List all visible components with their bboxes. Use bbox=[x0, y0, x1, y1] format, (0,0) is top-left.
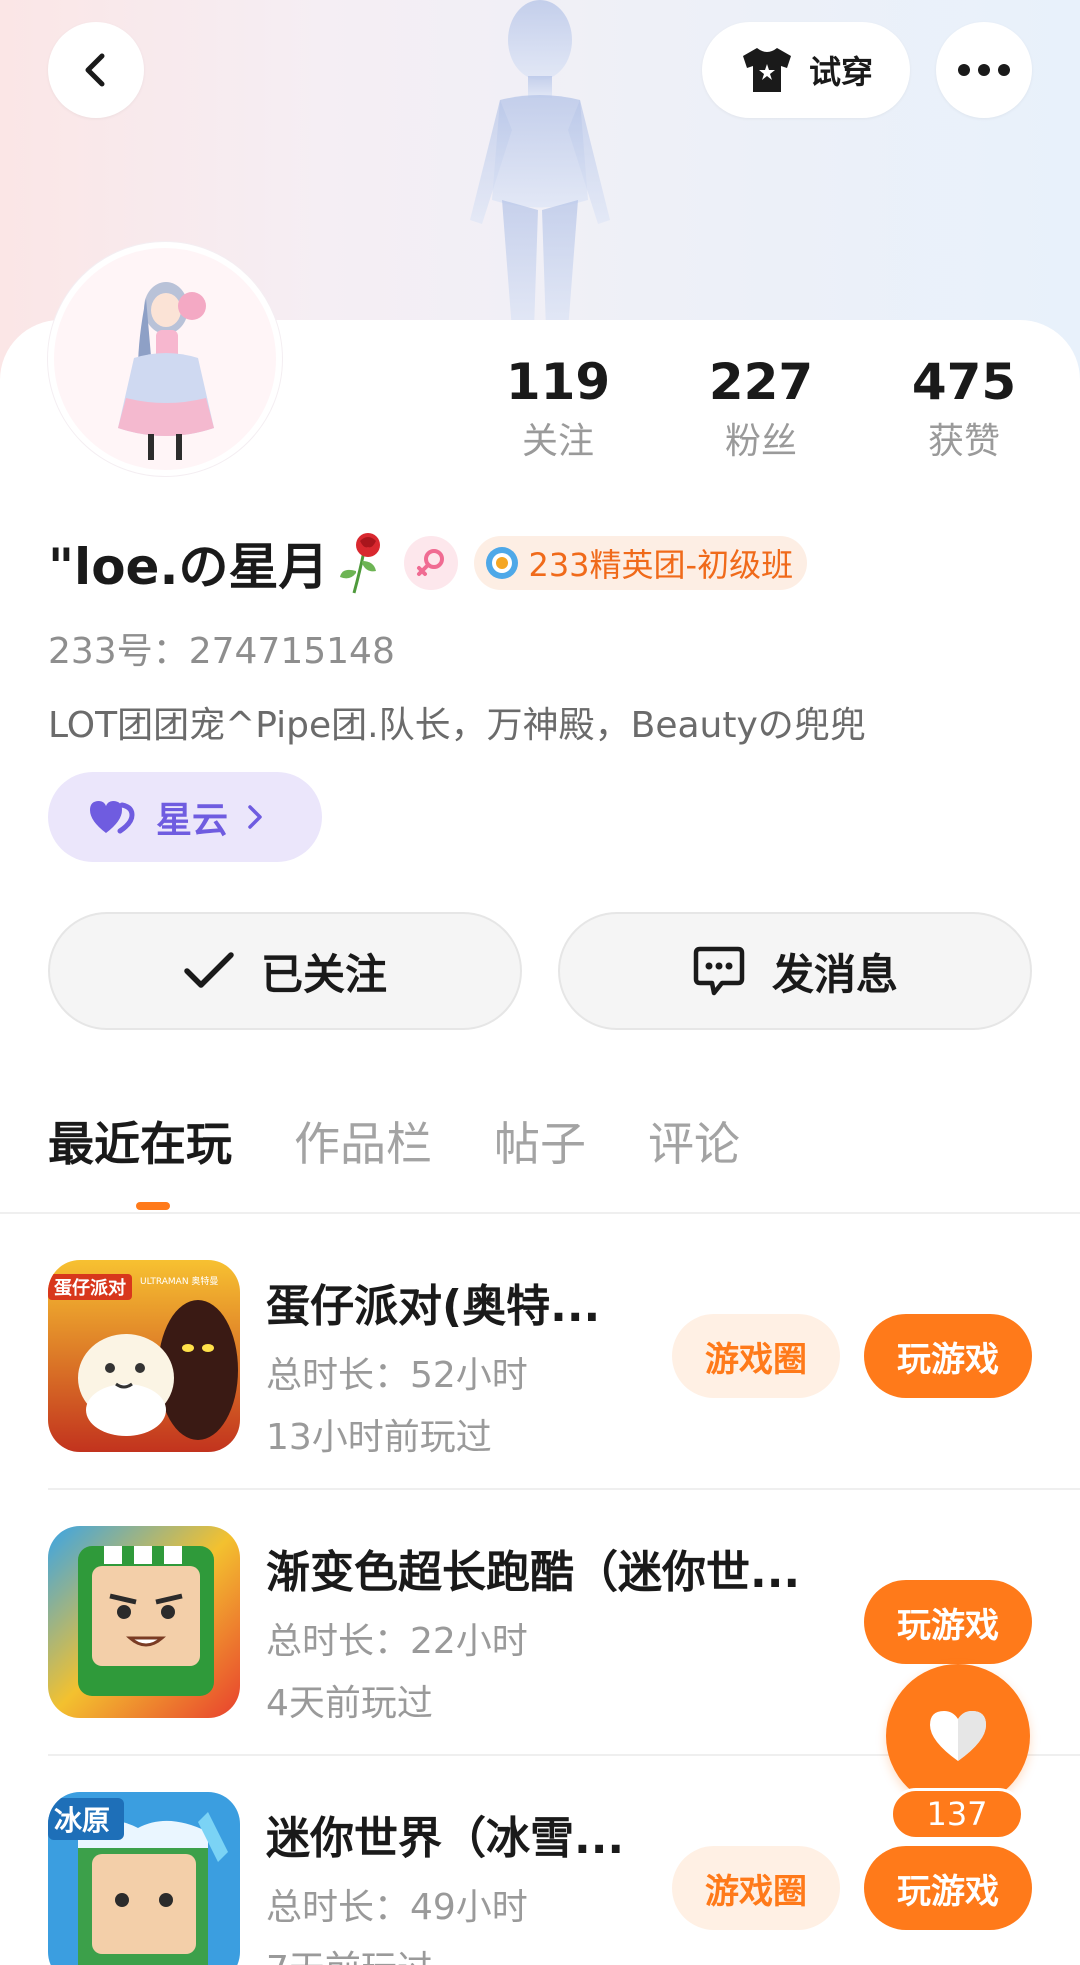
heart-like-icon bbox=[930, 1711, 986, 1761]
rank-badge-label: 233精英团-初级班 bbox=[528, 546, 794, 584]
ultraman-icon-text: ULTRAMAN 奥特曼 bbox=[140, 1275, 218, 1287]
stat-followers-value: 227 bbox=[708, 353, 814, 411]
game-duration: 总时长：49小时 bbox=[266, 1887, 528, 1928]
game-icon-gradient-parkour[interactable] bbox=[48, 1526, 240, 1718]
try-on-label: 试穿 bbox=[808, 53, 873, 91]
game-title: 迷你世界（冰雪... bbox=[266, 1813, 625, 1864]
rank-medal-icon bbox=[486, 547, 519, 579]
send-message-button[interactable]: 发消息 bbox=[558, 912, 1032, 1030]
chevron-right-icon bbox=[248, 805, 262, 829]
like-button[interactable] bbox=[886, 1664, 1030, 1808]
list-item[interactable]: 蛋仔派对 ULTRAMAN 奥特曼 蛋仔派对(奥特... 总时长：52小时 13… bbox=[0, 1260, 1080, 1526]
game-duration: 总时长：52小时 bbox=[266, 1355, 528, 1396]
chat-bubble-icon bbox=[693, 946, 745, 996]
game-title: 蛋仔派对(奥特... bbox=[266, 1281, 601, 1332]
game-circle-button[interactable]: 游戏圈 bbox=[672, 1314, 840, 1398]
send-message-label: 发消息 bbox=[771, 949, 898, 999]
mini-world-ice-icon: 冰原 bbox=[48, 1792, 240, 1965]
egg-party-icon-text: 蛋仔派对 bbox=[54, 1277, 126, 1299]
user-name: "loe.の星月 bbox=[48, 538, 329, 596]
stat-following[interactable]: 119 关注 bbox=[478, 352, 638, 468]
gender-female-badge bbox=[404, 536, 459, 590]
game-icon-egg-party[interactable]: 蛋仔派对 ULTRAMAN 奥特曼 bbox=[48, 1260, 240, 1452]
back-button[interactable] bbox=[48, 22, 144, 118]
stat-likes[interactable]: 475 获赞 bbox=[884, 352, 1044, 468]
profile-page: 试穿 119 关注 227 粉丝 475 获赞 "loe.の星月 233精英团-… bbox=[0, 0, 1080, 1965]
tab-posts[interactable]: 帖子 bbox=[494, 1108, 586, 1174]
check-icon bbox=[184, 952, 234, 988]
ice-icon-text: 冰原 bbox=[54, 1804, 110, 1837]
tab-works[interactable]: 作品栏 bbox=[294, 1108, 432, 1174]
tshirt-icon bbox=[742, 48, 791, 92]
stat-following-value: 119 bbox=[505, 353, 611, 411]
nebula-label: 星云 bbox=[156, 800, 229, 841]
tab-comments[interactable]: 评论 bbox=[648, 1108, 740, 1174]
avatar-figure-icon bbox=[470, 0, 610, 330]
stat-likes-value: 475 bbox=[911, 353, 1017, 411]
like-count-badge: 137 bbox=[890, 1788, 1024, 1840]
heart-icon bbox=[90, 801, 135, 834]
game-icon-mini-world-ice[interactable]: 冰原 bbox=[48, 1792, 240, 1965]
stat-likes-label: 获赞 bbox=[927, 421, 1000, 462]
more-dots-icon bbox=[958, 64, 1010, 76]
try-on-button[interactable]: 试穿 bbox=[702, 22, 910, 118]
game-last-played: 13小时前玩过 bbox=[266, 1417, 492, 1458]
stat-followers[interactable]: 227 粉丝 bbox=[681, 352, 841, 468]
more-button[interactable] bbox=[936, 22, 1032, 118]
rank-badge[interactable]: 233精英团-初级班 bbox=[474, 536, 808, 590]
game-last-played: 4天前玩过 bbox=[266, 1683, 433, 1724]
avatar-character-icon bbox=[118, 282, 214, 460]
female-icon bbox=[417, 549, 445, 576]
tab-recently-played[interactable]: 最近在玩 bbox=[48, 1108, 232, 1174]
stat-following-label: 关注 bbox=[521, 421, 594, 462]
user-bio: LOT团团宠^Pipe团.队长，万神殿，Beautyの兜兜 bbox=[48, 705, 866, 746]
nebula-button[interactable]: 星云 bbox=[48, 772, 322, 862]
stat-followers-label: 粉丝 bbox=[724, 421, 797, 462]
list-divider bbox=[48, 1488, 1080, 1490]
tab-active-indicator bbox=[136, 1202, 170, 1210]
name-row: "loe.の星月 233精英团-初级班 bbox=[48, 530, 808, 596]
mini-world-parkour-icon bbox=[48, 1526, 240, 1718]
rose-icon bbox=[340, 533, 381, 594]
play-game-button[interactable]: 玩游戏 bbox=[864, 1580, 1032, 1664]
following-button[interactable]: 已关注 bbox=[48, 912, 522, 1030]
avatar[interactable] bbox=[48, 242, 282, 476]
game-last-played: 7天前玩过 bbox=[266, 1940, 433, 1965]
play-game-button[interactable]: 玩游戏 bbox=[864, 1314, 1032, 1398]
play-game-button[interactable]: 玩游戏 bbox=[864, 1846, 1032, 1930]
game-circle-button[interactable]: 游戏圈 bbox=[672, 1846, 840, 1930]
egg-party-icon: 蛋仔派对 ULTRAMAN 奥特曼 bbox=[48, 1260, 240, 1452]
profile-tabs: 最近在玩 作品栏 帖子 评论 bbox=[48, 1108, 802, 1174]
user-id: 233号：274715148 bbox=[48, 631, 395, 672]
game-title: 渐变色超长跑酷（迷你世... bbox=[266, 1547, 801, 1598]
following-label: 已关注 bbox=[260, 949, 387, 999]
game-duration: 总时长：22小时 bbox=[266, 1621, 528, 1662]
tab-divider bbox=[0, 1212, 1080, 1214]
chevron-left-icon bbox=[85, 53, 105, 87]
